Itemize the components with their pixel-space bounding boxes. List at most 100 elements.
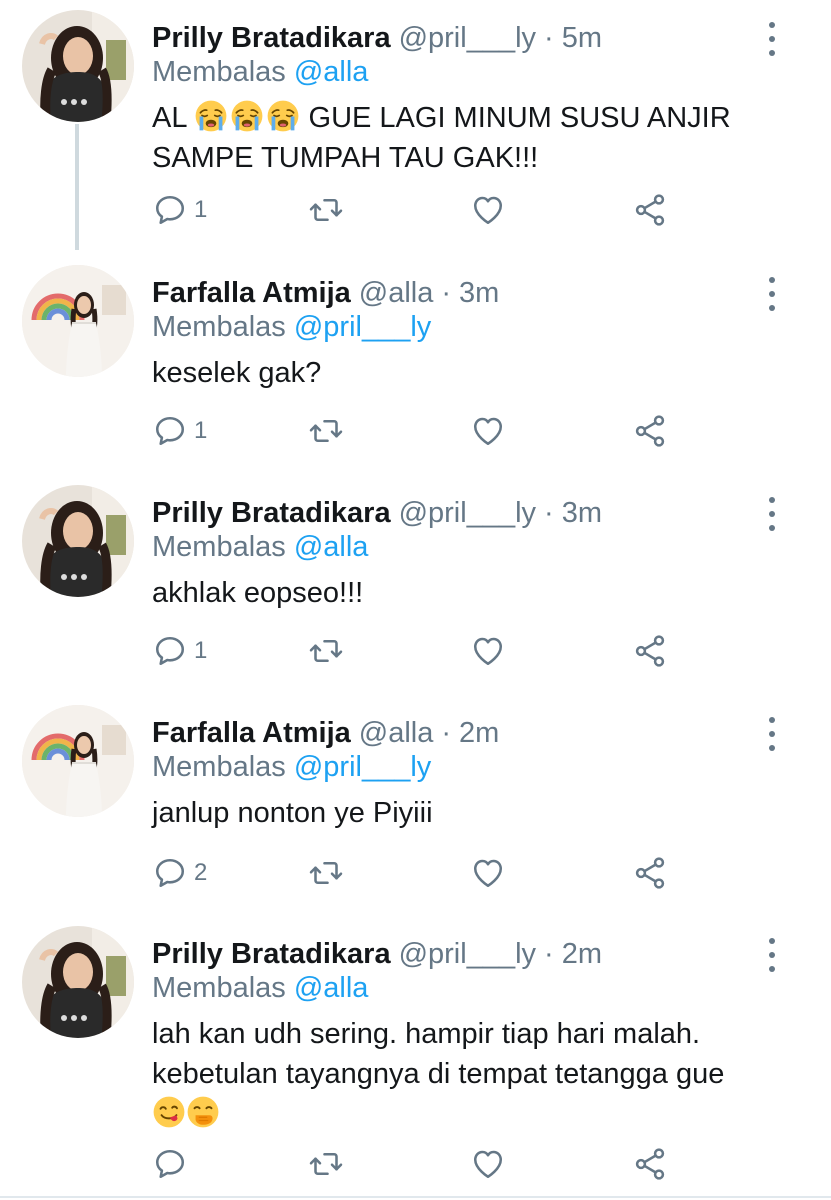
- face-with-hand-over-mouth-emoji: [186, 1095, 220, 1129]
- like-button[interactable]: [470, 1144, 506, 1184]
- user-handle[interactable]: @alla: [359, 277, 434, 310]
- reply-icon: [152, 413, 188, 449]
- replying-to: Membalas @alla: [152, 972, 368, 1005]
- like-button[interactable]: [470, 411, 506, 451]
- tweet[interactable]: Prilly Bratadikara @pril___ly · 3m Memba…: [0, 485, 831, 695]
- reply-icon: [152, 1146, 188, 1182]
- retweet-button[interactable]: [308, 190, 344, 230]
- tweet-text: keselek gak?: [152, 357, 322, 389]
- share-button[interactable]: [632, 411, 668, 451]
- more-icon[interactable]: [762, 277, 782, 311]
- share-button[interactable]: [632, 1144, 668, 1184]
- avatar[interactable]: [22, 10, 134, 122]
- tweet-header: Farfalla Atmija @alla · 2m: [152, 713, 499, 753]
- tweet-header: Prilly Bratadikara @pril___ly · 2m: [152, 934, 602, 974]
- retweet-icon: [308, 413, 344, 449]
- retweet-button[interactable]: [308, 853, 344, 893]
- share-button[interactable]: [632, 190, 668, 230]
- tweet-actions: 1: [152, 631, 682, 671]
- mention-link[interactable]: @alla: [294, 56, 369, 88]
- timestamp[interactable]: 2m: [562, 938, 602, 971]
- retweet-button[interactable]: [308, 631, 344, 671]
- share-icon: [632, 855, 668, 891]
- display-name[interactable]: Farfalla Atmija: [152, 277, 351, 310]
- share-icon: [632, 1146, 668, 1182]
- display-name[interactable]: Farfalla Atmija: [152, 717, 351, 750]
- retweet-icon: [308, 855, 344, 891]
- reply-button[interactable]: 1: [152, 190, 207, 230]
- tweet[interactable]: Farfalla Atmija @alla · 3m Membalas @pri…: [0, 265, 831, 475]
- tweet-text: AL GUE LAGI MINUM SUSU ANJIR SAMPE TUMPA…: [152, 98, 792, 178]
- tweet[interactable]: Prilly Bratadikara @pril___ly · 5m Memba…: [0, 10, 831, 240]
- display-name[interactable]: Prilly Bratadikara: [152, 497, 391, 530]
- reply-count: 1: [194, 196, 208, 223]
- separator-dot: ·: [441, 716, 452, 749]
- reply-button[interactable]: [152, 1144, 194, 1184]
- display-name[interactable]: Prilly Bratadikara: [152, 938, 391, 971]
- avatar[interactable]: [22, 926, 134, 1038]
- share-icon: [632, 413, 668, 449]
- tweet-actions: 2: [152, 853, 682, 893]
- avatar[interactable]: [22, 705, 134, 817]
- more-icon[interactable]: [762, 22, 782, 56]
- retweet-icon: [308, 1146, 344, 1182]
- reply-icon: [152, 192, 188, 228]
- reply-count: 1: [194, 417, 208, 444]
- tweet-text: akhlak eopseo!!!: [152, 577, 364, 609]
- user-handle[interactable]: @pril___ly: [399, 497, 536, 530]
- retweet-button[interactable]: [308, 1144, 344, 1184]
- timestamp[interactable]: 2m: [459, 717, 499, 750]
- reply-button[interactable]: 1: [152, 411, 207, 451]
- loudly-crying-face-emoji: [266, 99, 300, 133]
- tweet-actions: 1: [152, 190, 682, 230]
- timestamp[interactable]: 3m: [562, 497, 602, 530]
- avatar[interactable]: [22, 485, 134, 597]
- loudly-crying-face-emoji: [194, 99, 228, 133]
- user-handle[interactable]: @alla: [359, 717, 434, 750]
- share-button[interactable]: [632, 853, 668, 893]
- replying-to: Membalas @pril___ly: [152, 751, 431, 784]
- reply-count: 1: [194, 637, 208, 664]
- share-icon: [632, 192, 668, 228]
- retweet-icon: [308, 192, 344, 228]
- tweet-text: janlup nonton ye Piyiii: [152, 797, 433, 829]
- timestamp[interactable]: 3m: [459, 277, 499, 310]
- like-icon: [470, 413, 506, 449]
- replying-to: Membalas @alla: [152, 56, 368, 89]
- replying-label: Membalas: [152, 972, 286, 1004]
- like-button[interactable]: [470, 631, 506, 671]
- user-handle[interactable]: @pril___ly: [399, 938, 536, 971]
- separator-dot: ·: [441, 276, 452, 309]
- reply-button[interactable]: 1: [152, 631, 207, 671]
- tweet-text-part: lah kan udh sering. hampir tiap hari mal…: [152, 1018, 725, 1090]
- tweet-actions: [152, 1144, 682, 1184]
- more-icon[interactable]: [762, 497, 782, 531]
- timestamp[interactable]: 5m: [562, 22, 602, 55]
- mention-link[interactable]: @alla: [294, 972, 369, 1004]
- like-icon: [470, 633, 506, 669]
- like-icon: [470, 1146, 506, 1182]
- retweet-icon: [308, 633, 344, 669]
- display-name[interactable]: Prilly Bratadikara: [152, 22, 391, 55]
- tweet-header: Prilly Bratadikara @pril___ly · 5m: [152, 18, 602, 58]
- like-button[interactable]: [470, 190, 506, 230]
- reply-icon: [152, 633, 188, 669]
- tweet[interactable]: Prilly Bratadikara @pril___ly · 2m Memba…: [0, 926, 831, 1194]
- reply-icon: [152, 855, 188, 891]
- user-handle[interactable]: @pril___ly: [399, 22, 536, 55]
- mention-link[interactable]: @alla: [294, 531, 369, 563]
- avatar[interactable]: [22, 265, 134, 377]
- separator-dot: ·: [544, 496, 554, 529]
- share-button[interactable]: [632, 631, 668, 671]
- retweet-button[interactable]: [308, 411, 344, 451]
- more-icon[interactable]: [762, 938, 782, 972]
- tweet-text: lah kan udh sering. hampir tiap hari mal…: [152, 1014, 792, 1134]
- tweet-header: Farfalla Atmija @alla · 3m: [152, 273, 499, 313]
- more-icon[interactable]: [762, 717, 782, 751]
- reply-button[interactable]: 2: [152, 853, 207, 893]
- mention-link[interactable]: @pril___ly: [294, 751, 431, 783]
- tweet-header: Prilly Bratadikara @pril___ly · 3m: [152, 493, 602, 533]
- tweet[interactable]: Farfalla Atmija @alla · 2m Membalas @pri…: [0, 705, 831, 915]
- mention-link[interactable]: @pril___ly: [294, 311, 431, 343]
- like-button[interactable]: [470, 853, 506, 893]
